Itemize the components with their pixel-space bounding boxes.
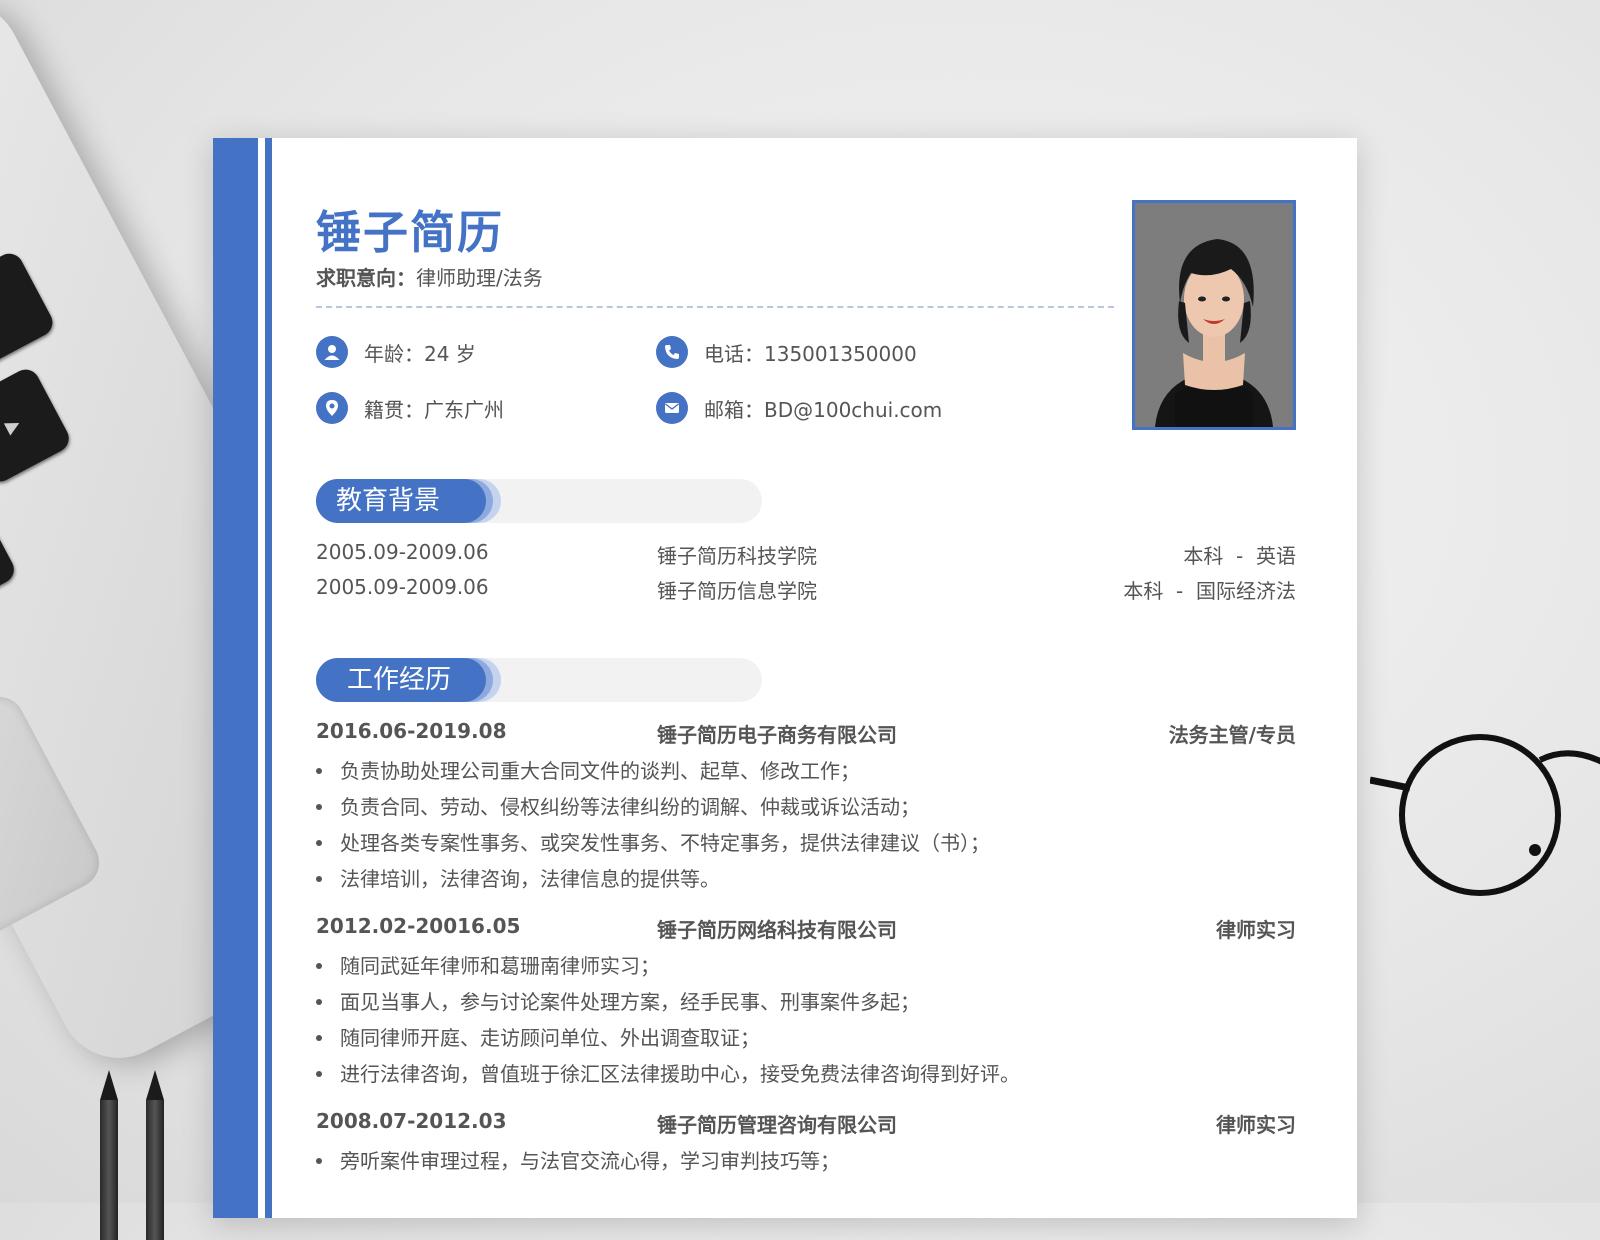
- user-icon: [316, 336, 348, 368]
- divider: [316, 306, 1114, 308]
- info-hometown: 籍贯：广东广州: [316, 392, 504, 424]
- job-intent-label: 求职意向：: [316, 266, 416, 290]
- job-duty-text: 法律培训，法律咨询，法律信息的提供等。: [340, 867, 720, 891]
- job-duty-text: 进行法律咨询，曾值班于徐汇区法律援助中心，接受免费法律咨询得到好评。: [340, 1062, 1020, 1086]
- edu-degree: 本科 - 国际经济法: [1123, 579, 1296, 603]
- phone-icon: [656, 336, 688, 368]
- job-duty-text: 旁听案件审理过程，与法官交流心得，学习审判技巧等；: [340, 1149, 840, 1173]
- profile-photo: [1132, 200, 1296, 430]
- location-icon: [316, 392, 348, 424]
- hometown-text: 籍贯：广东广州: [364, 397, 504, 422]
- job-company: 锤子简历管理咨询有限公司: [657, 1113, 897, 1137]
- job-role: 律师实习: [1216, 918, 1296, 942]
- education-row: 2005.09-2009.06 锤子简历信息学院 本科 - 国际经济法: [316, 575, 1296, 603]
- job-duty: 负责协助处理公司重大合同文件的谈判、起草、修改工作；: [316, 755, 860, 783]
- job-header: 2008.07-2012.03 锤子简历管理咨询有限公司 律师实习: [316, 1109, 1296, 1137]
- laptop-key: ⇧: [0, 248, 58, 390]
- glasses: [1370, 734, 1600, 896]
- up-icon: ⇧: [0, 279, 41, 359]
- job-header: 2012.02-20016.05 锤子简历网络科技有限公司 律师实习: [316, 914, 1296, 942]
- pencil: [100, 1070, 118, 1240]
- email-text: 邮箱：BD@100chui.com: [704, 397, 943, 422]
- resume-name: 锤子简历: [316, 206, 505, 259]
- accent-bar: [213, 138, 258, 1218]
- edu-date: 2005.09-2009.06: [316, 575, 489, 599]
- job-header: 2016.06-2019.08 锤子简历电子商务有限公司 法务主管/专员: [316, 719, 1296, 747]
- resume-paper: 锤子简历 求职意向：律师助理/法务 年龄：24 岁 电话：13500135000…: [213, 138, 1357, 1218]
- section-title: 教育背景: [336, 486, 441, 516]
- job-date: 2016.06-2019.08: [316, 719, 507, 743]
- job-duty-text: 面见当事人，参与讨论案件处理方案，经手民事、刑事案件多起；: [340, 990, 920, 1014]
- job-duty-text: 负责合同、劳动、侵权纠纷等法律纠纷的调解、仲裁或诉讼活动；: [340, 795, 920, 819]
- job-duty-text: 随同武延年律师和葛珊南律师实习；: [340, 954, 660, 978]
- job-duty: 法律培训，法律咨询，法律信息的提供等。: [316, 863, 720, 891]
- job-duty: 负责合同、劳动、侵权纠纷等法律纠纷的调解、仲裁或诉讼活动；: [316, 791, 920, 819]
- job-company: 锤子简历网络科技有限公司: [657, 918, 897, 942]
- info-phone: 电话：135001350000: [656, 336, 917, 368]
- phone-text: 电话：135001350000: [704, 341, 917, 366]
- info-email: 邮箱：BD@100chui.com: [656, 392, 942, 424]
- job-intent: 求职意向：律师助理/法务: [316, 262, 543, 291]
- job-duty-text: 处理各类专案性事务、或突发性事务、不特定事务，提供法律建议（书）；: [340, 831, 990, 855]
- arrow-right-icon: ▶: [1, 413, 24, 439]
- job-duty: 进行法律咨询，曾值班于徐汇区法律援助中心，接受免费法律咨询得到好评。: [316, 1058, 1020, 1086]
- section-header-education: 教育背景: [316, 479, 762, 523]
- edu-school: 锤子简历信息学院: [657, 579, 817, 603]
- section-title: 工作经历: [347, 665, 452, 695]
- accent-bar-thin: [265, 138, 272, 1218]
- job-date: 2008.07-2012.03: [316, 1109, 507, 1133]
- job-intent-value: 律师助理/法务: [416, 266, 543, 290]
- edu-date: 2005.09-2009.06: [316, 540, 489, 564]
- laptop-key: ▶: [0, 364, 74, 487]
- arrow-down-icon: ▼: [0, 535, 7, 596]
- age-text: 年龄：24 岁: [364, 341, 476, 366]
- job-duty: 旁听案件审理过程，与法官交流心得，学习审判技巧等；: [316, 1145, 840, 1173]
- section-header-work: 工作经历: [316, 658, 762, 702]
- job-duty-text: 负责协助处理公司重大合同文件的谈判、起草、修改工作；: [340, 759, 860, 783]
- edu-school: 锤子简历科技学院: [657, 544, 817, 568]
- job-duty: 面见当事人，参与讨论案件处理方案，经手民事、刑事案件多起；: [316, 986, 920, 1014]
- job-duty: 随同武延年律师和葛珊南律师实习；: [316, 950, 660, 978]
- pencil: [146, 1070, 164, 1240]
- job-duty-text: 随同律师开庭、走访顾问单位、外出调查取证；: [340, 1026, 760, 1050]
- job-duty: 处理各类专案性事务、或突发性事务、不特定事务，提供法律建议（书）；: [316, 827, 990, 855]
- job-duty: 随同律师开庭、走访顾问单位、外出调查取证；: [316, 1022, 760, 1050]
- mail-icon: [656, 392, 688, 424]
- edu-degree: 本科 - 英语: [1183, 544, 1296, 568]
- laptop-key: ▼: [0, 513, 19, 618]
- education-row: 2005.09-2009.06 锤子简历科技学院 本科 - 英语: [316, 540, 1296, 568]
- job-role: 法务主管/专员: [1168, 723, 1296, 747]
- job-company: 锤子简历电子商务有限公司: [657, 723, 897, 747]
- job-role: 律师实习: [1216, 1113, 1296, 1137]
- info-age: 年龄：24 岁: [316, 336, 476, 368]
- job-date: 2012.02-20016.05: [316, 914, 521, 938]
